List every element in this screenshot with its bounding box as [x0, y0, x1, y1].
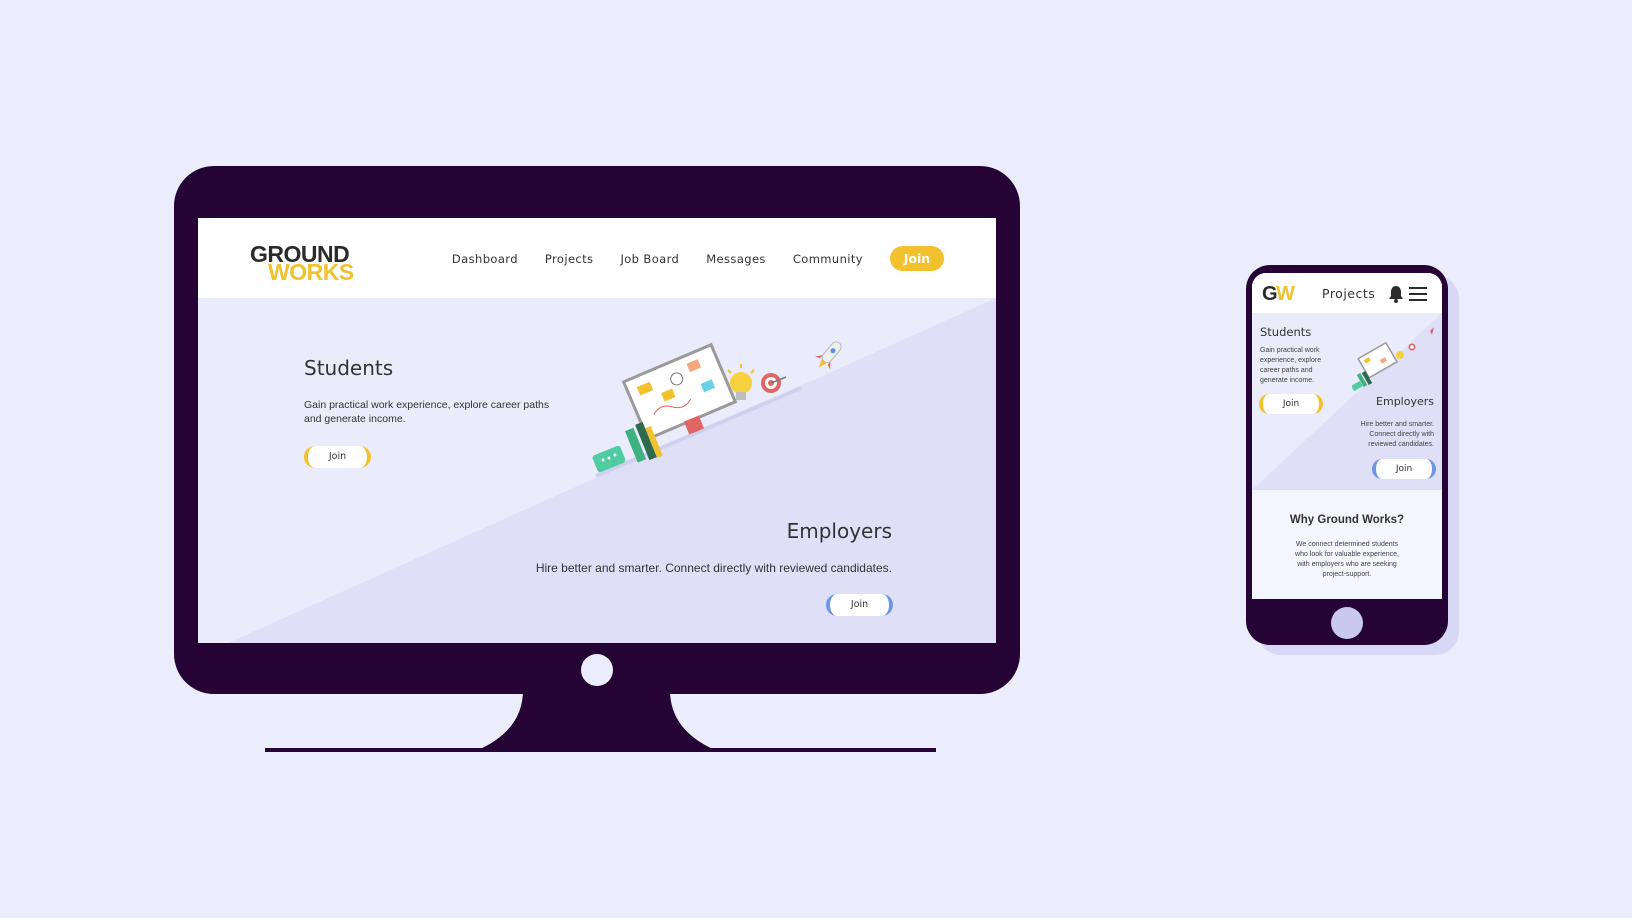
employers-title: Employers	[786, 519, 892, 543]
monitor-stand	[265, 690, 936, 752]
mobile-header: G W Projects	[1252, 273, 1442, 313]
main-nav: Dashboard Projects Job Board Messages Co…	[452, 246, 944, 271]
mobile-employers-description: Hire better and smarter. Connect directl…	[1360, 421, 1434, 448]
mobile-hero-illustration	[1352, 327, 1434, 392]
nav-community[interactable]: Community	[793, 252, 863, 266]
mobile-phone: G W Projects Students Gain practical wor…	[1246, 265, 1448, 645]
students-description: Gain practical work experience, explore …	[304, 399, 550, 425]
mobile-logo-w[interactable]: W	[1276, 284, 1295, 304]
why-section: Why Ground Works? We connect determined …	[1252, 490, 1442, 599]
nav-projects[interactable]: Projects	[545, 252, 594, 266]
why-description: We connect determined students who look …	[1295, 541, 1399, 578]
mobile-students-title: Students	[1260, 325, 1312, 339]
mobile-header-title: Projects	[1322, 286, 1376, 301]
bell-icon[interactable]	[1388, 285, 1404, 303]
logo-line2[interactable]: WORKS	[268, 261, 354, 284]
mobile-students-join-button[interactable]: Join	[1259, 394, 1323, 414]
nav-dashboard[interactable]: Dashboard	[452, 252, 518, 266]
nav-messages[interactable]: Messages	[706, 252, 766, 266]
hero-illustration	[592, 341, 842, 478]
employers-description: Hire better and smarter. Connect directl…	[535, 561, 892, 575]
mobile-students-description: Gain practical work experience, explore …	[1260, 347, 1322, 384]
phone-home-button	[1331, 607, 1363, 639]
desktop-screen: GROUND WORKS Dashboard Projects Job Boar…	[198, 218, 996, 643]
mobile-screen: G W Projects Students Gain practical wor…	[1252, 273, 1442, 599]
why-title: Why Ground Works?	[1289, 514, 1405, 526]
nav-join-button[interactable]: Join	[890, 246, 944, 271]
nav-job-board[interactable]: Job Board	[620, 252, 679, 266]
desktop-monitor: GROUND WORKS Dashboard Projects Job Boar…	[174, 166, 1020, 694]
mobile-employers-title: Employers	[1376, 395, 1434, 408]
mobile-logo-g[interactable]: G	[1262, 284, 1278, 304]
desktop-header: GROUND WORKS Dashboard Projects Job Boar…	[198, 218, 996, 298]
students-join-button[interactable]: Join	[304, 446, 371, 468]
students-title: Students	[304, 356, 394, 380]
monitor-power-button	[581, 654, 613, 686]
employers-join-button[interactable]: Join	[826, 594, 893, 616]
hamburger-menu-icon[interactable]	[1408, 286, 1428, 302]
mobile-employers-join-button[interactable]: Join	[1372, 459, 1436, 479]
